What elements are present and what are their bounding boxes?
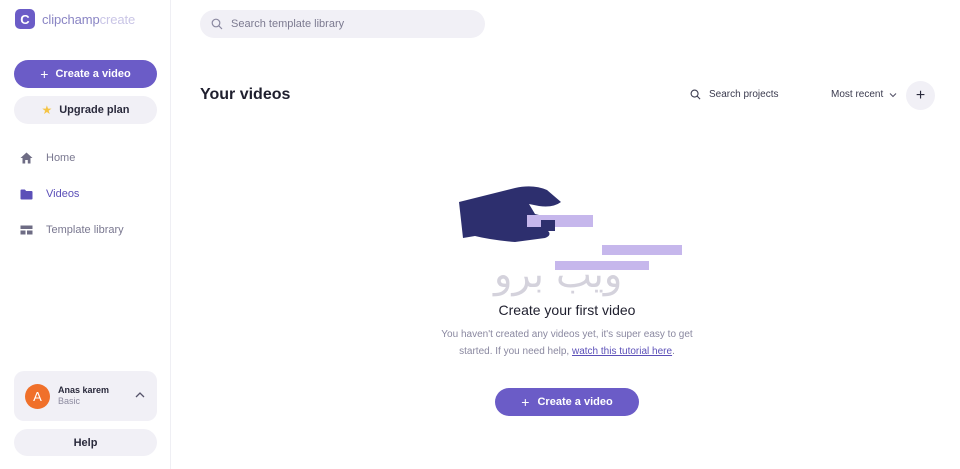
help-label: Help <box>73 436 98 449</box>
upgrade-plan-button[interactable]: ★ Upgrade plan <box>14 96 157 124</box>
sidebar-item-template-library[interactable]: Template library <box>0 212 171 248</box>
home-icon <box>19 151 33 165</box>
template-icon <box>19 223 33 237</box>
search-icon <box>690 89 701 100</box>
avatar: A <box>25 383 50 409</box>
folder-icon <box>19 187 33 201</box>
page-title: Your videos <box>200 86 291 103</box>
sidebar-item-label: Videos <box>46 188 80 200</box>
upgrade-plan-label: Upgrade plan <box>59 104 130 116</box>
add-project-button[interactable]: + <box>906 81 935 110</box>
logo-name-secondary: create <box>99 11 136 27</box>
logo-wordmark: clipchampcreate <box>42 12 135 27</box>
help-button[interactable]: Help <box>14 429 157 456</box>
search-icon <box>211 18 223 30</box>
template-search-bar[interactable] <box>200 10 485 38</box>
sort-label: Most recent <box>831 89 884 100</box>
account-plan: Basic <box>58 396 81 406</box>
star-icon: ★ <box>41 103 53 117</box>
tutorial-link[interactable]: watch this tutorial here <box>572 346 672 357</box>
create-video-main-button[interactable]: + Create a video <box>495 388 639 416</box>
sidebar-item-label: Home <box>46 152 76 164</box>
account-info: Anas karem Basic <box>58 385 109 407</box>
create-video-label: Create a video <box>55 68 131 80</box>
search-projects-label: Search projects <box>709 89 779 100</box>
logo-icon: C <box>15 9 35 29</box>
account-name: Anas karem <box>58 385 110 395</box>
chevron-up-icon[interactable] <box>134 389 146 401</box>
template-search-input[interactable] <box>231 18 471 30</box>
sidebar: C clipchampcreate + Create a video ★ Upg… <box>0 0 171 469</box>
plus-icon: + <box>521 394 530 410</box>
empty-state-description: You haven't created any videos yet, it's… <box>440 326 694 360</box>
sidebar-item-home[interactable]: Home <box>0 140 171 176</box>
sidebar-item-label: Template library <box>46 224 124 236</box>
account-menu[interactable]: A Anas karem Basic <box>14 371 157 421</box>
chevron-down-icon <box>889 92 897 97</box>
sidebar-nav: Home Videos Template library <box>0 140 171 248</box>
empty-state-title: Create your first video <box>498 302 636 318</box>
plus-icon: + <box>40 66 49 82</box>
create-video-main-label: Create a video <box>537 396 613 408</box>
plus-icon: + <box>915 86 926 104</box>
sidebar-item-videos[interactable]: Videos <box>0 176 171 212</box>
create-video-button[interactable]: + Create a video <box>14 60 157 88</box>
logo-name-primary: clipchamp <box>42 11 100 27</box>
sort-dropdown[interactable]: Most recent <box>831 89 897 100</box>
search-projects-button[interactable]: Search projects <box>690 89 778 100</box>
empty-state-description-end: . <box>672 346 675 357</box>
watermark-text: ويب برو <box>494 252 623 296</box>
app-logo[interactable]: C clipchampcreate <box>15 9 135 29</box>
